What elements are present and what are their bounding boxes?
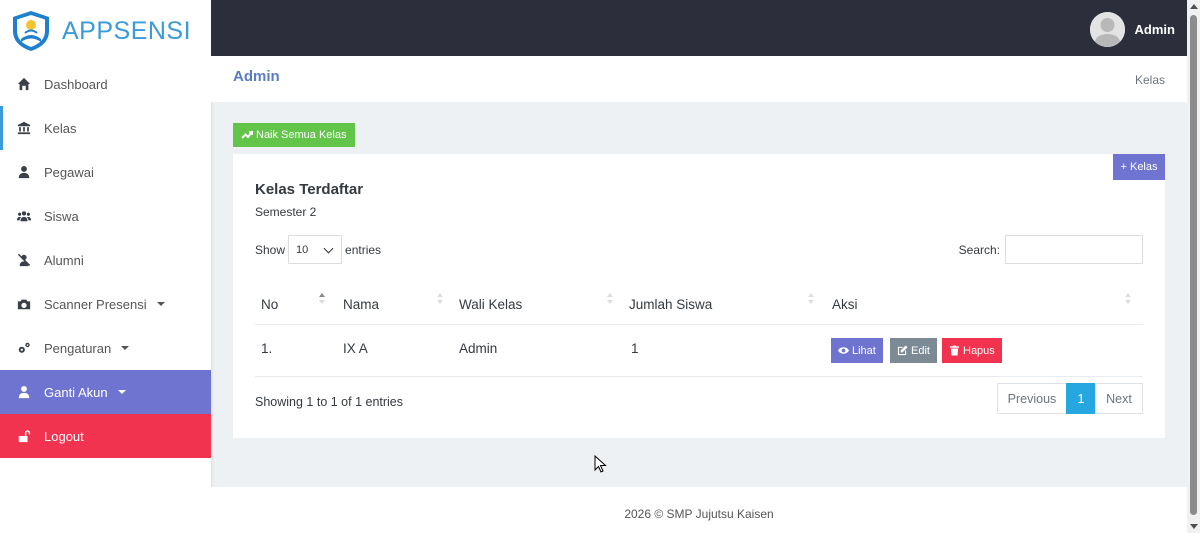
trash-icon: [949, 345, 960, 356]
pagination-next[interactable]: Next: [1095, 383, 1143, 414]
sort-icon[interactable]: [1125, 293, 1131, 305]
view-label: Lihat: [852, 344, 876, 357]
user-slash-icon: [16, 252, 32, 268]
naik-semua-kelas-button[interactable]: Naik Semua Kelas: [233, 123, 355, 147]
scrollbar-thumb[interactable]: [1190, 15, 1197, 515]
cell-wali-kelas: Admin: [459, 341, 498, 356]
show-label: Show: [255, 242, 286, 257]
eye-icon: [838, 347, 849, 354]
sidebar-item-logout[interactable]: Logout: [0, 414, 211, 458]
sort-icon[interactable]: [607, 293, 613, 305]
pagination-previous[interactable]: Previous: [997, 383, 1067, 414]
delete-label: Hapus: [963, 344, 995, 357]
search-input[interactable]: [1005, 235, 1143, 264]
users-icon: [16, 208, 32, 224]
page-title: Admin: [233, 68, 280, 85]
sidebar-item-label: Pegawai: [44, 164, 94, 180]
column-header-aksi[interactable]: Aksi: [832, 297, 858, 312]
sidebar-item-label: Dashboard: [44, 76, 108, 92]
entries-length-select[interactable]: 10: [288, 235, 343, 264]
cell-no: 1.: [261, 341, 273, 356]
sidebar-item-label: Pengaturan: [44, 340, 112, 356]
kelas-card: + Kelas Kelas Terdaftar Semester 2 Show …: [233, 154, 1165, 438]
card-subtitle: Semester 2: [255, 205, 317, 219]
column-header-no[interactable]: No: [261, 297, 278, 312]
brand[interactable]: APPSENSI: [0, 0, 211, 62]
pagination-page-1[interactable]: 1: [1066, 383, 1096, 414]
footer-text: 2026 © SMP Jujutsu Kaisen: [624, 507, 774, 521]
delete-button[interactable]: Hapus: [942, 338, 1002, 363]
page-header: Admin Kelas: [211, 56, 1187, 102]
topbar: Admin: [211, 0, 1187, 56]
chevron-down-icon: [117, 390, 126, 394]
sort-asc-icon[interactable]: [319, 293, 325, 305]
user-icon: [16, 384, 32, 400]
sidebar-item-label: Scanner Presensi: [44, 296, 147, 312]
table-info: Showing 1 to 1 of 1 entries: [255, 395, 404, 409]
footer: 2026 © SMP Jujutsu Kaisen: [211, 487, 1187, 533]
cell-jumlah-siswa: 1: [631, 341, 639, 356]
scroll-up-arrow-icon[interactable]: [1190, 4, 1198, 9]
entries-label: entries: [345, 242, 382, 257]
sidebar-item-label: Kelas: [44, 120, 77, 136]
sidebar-item-dashboard[interactable]: Dashboard: [0, 62, 211, 106]
chevron-down-icon: [156, 302, 165, 306]
edit-icon: [897, 345, 908, 356]
unlock-icon: [16, 428, 32, 444]
home-icon: [16, 76, 32, 92]
sidebar-item-kelas[interactable]: Kelas: [0, 106, 211, 150]
sidebar-item-label: Siswa: [44, 208, 79, 224]
camera-icon: [16, 296, 32, 312]
column-header-jumlah-siswa[interactable]: Jumlah Siswa: [629, 297, 712, 312]
sort-icon[interactable]: [808, 293, 814, 305]
column-header-wali-kelas[interactable]: Wali Kelas: [459, 297, 522, 312]
sidebar-item-ganti-akun[interactable]: Ganti Akun: [0, 370, 211, 414]
chevron-down-icon: [121, 346, 130, 350]
table-row: 1. IX A Admin 1 Lihat Edit Hapus: [255, 325, 1143, 377]
sidebar-item-scanner-presensi[interactable]: Scanner Presensi: [0, 282, 211, 326]
edit-button[interactable]: Edit: [890, 338, 937, 363]
table-search: Search:: [959, 235, 1143, 264]
user-avatar-icon: [1090, 12, 1125, 47]
cogs-icon: [16, 340, 32, 356]
column-header-nama[interactable]: Nama: [343, 297, 379, 312]
breadcrumb: Kelas: [1134, 73, 1165, 87]
entries-length-value: 10: [296, 243, 309, 256]
tut-wuri-logo-icon: [13, 11, 49, 51]
card-title: Kelas Terdaftar: [255, 181, 364, 198]
sidebar-item-alumni[interactable]: Alumni: [0, 238, 211, 282]
sidebar-item-siswa[interactable]: Siswa: [0, 194, 211, 238]
sidebar-item-label: Ganti Akun: [44, 384, 108, 400]
cell-nama: IX A: [343, 341, 368, 356]
brand-name: APPSENSI: [62, 16, 192, 45]
trending-up-icon: [241, 131, 253, 139]
chevron-down-icon: [323, 243, 334, 254]
bank-icon: [16, 120, 32, 136]
mouse-cursor-icon: [594, 455, 607, 473]
entries-length-control: Show 10 entries: [255, 235, 381, 264]
search-label: Search:: [958, 242, 1000, 257]
page-scrollbar[interactable]: [1187, 0, 1200, 533]
scroll-down-arrow-icon[interactable]: [1190, 524, 1198, 529]
edit-label: Edit: [911, 344, 930, 357]
user-tie-icon: [16, 164, 32, 180]
add-kelas-button[interactable]: + Kelas: [1113, 154, 1165, 180]
table-header: No Nama Wali Kelas Jumlah Siswa Aksi: [255, 284, 1143, 325]
sidebar: APPSENSI Dashboard Kelas Pegawai Siswa A…: [0, 0, 211, 533]
user-name[interactable]: Admin: [1135, 22, 1175, 37]
sidebar-item-label: Logout: [44, 428, 84, 444]
sidebar-item-pengaturan[interactable]: Pengaturan: [0, 326, 211, 370]
sidebar-item-pegawai[interactable]: Pegawai: [0, 150, 211, 194]
sidebar-item-label: Alumni: [44, 252, 84, 268]
sort-icon[interactable]: [437, 293, 443, 305]
pagination: Previous 1 Next: [997, 383, 1143, 414]
naik-semua-kelas-label: Naik Semua Kelas: [256, 129, 347, 141]
avatar[interactable]: [1090, 12, 1125, 47]
view-button[interactable]: Lihat: [831, 338, 883, 363]
